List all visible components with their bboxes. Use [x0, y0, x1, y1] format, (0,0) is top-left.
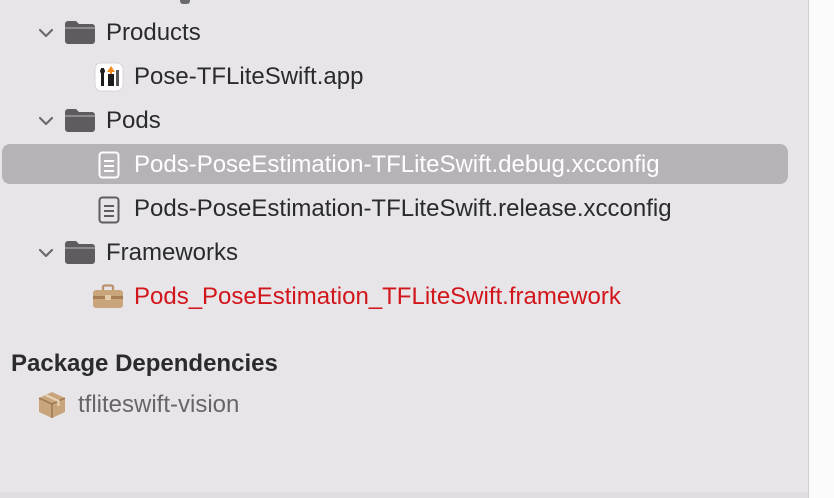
group-row-frameworks[interactable]: Frameworks [0, 233, 808, 273]
package-label: tfliteswift-vision [78, 391, 240, 418]
chevron-down-icon[interactable] [38, 27, 54, 39]
package-dependencies-header: Package Dependencies [11, 350, 278, 377]
file-row-framework[interactable]: Pods_PoseEstimation_TFLiteSwift.framewor… [0, 277, 808, 317]
file-row-app[interactable]: Pose-TFLiteSwift.app [0, 57, 808, 97]
file-row-debug-xcconfig[interactable]: Pods-PoseEstimation-TFLiteSwift.debug.xc… [0, 144, 808, 184]
chevron-down-icon[interactable] [38, 247, 54, 259]
document-icon [98, 196, 120, 224]
chevron-down-icon[interactable] [38, 115, 54, 127]
package-row-tfliteswift-vision[interactable]: tfliteswift-vision [0, 385, 808, 425]
app-icon [94, 62, 124, 92]
project-navigator: Products Pose-TFLiteSwift.app Pods Pods-… [0, 0, 809, 498]
document-icon [98, 151, 120, 179]
file-label: Pods-PoseEstimation-TFLiteSwift.debug.xc… [134, 151, 660, 178]
folder-icon [65, 21, 95, 44]
group-label: Pods [106, 107, 161, 134]
group-label: Products [106, 19, 201, 46]
navigator-bottom-edge [0, 492, 808, 498]
file-label: Pose-TFLiteSwift.app [134, 63, 364, 90]
editor-area-edge [809, 0, 834, 498]
group-row-products[interactable]: Products [0, 13, 808, 53]
package-icon [38, 392, 66, 418]
folder-icon [65, 241, 95, 264]
clipped-row-fragment [180, 0, 190, 4]
group-label: Frameworks [106, 239, 239, 266]
group-row-pods[interactable]: Pods [0, 101, 808, 141]
folder-icon [65, 109, 95, 132]
file-label-missing: Pods_PoseEstimation_TFLiteSwift.framewor… [134, 283, 621, 310]
file-row-release-xcconfig[interactable]: Pods-PoseEstimation-TFLiteSwift.release.… [0, 189, 808, 229]
toolbox-icon [93, 284, 123, 308]
file-label: Pods-PoseEstimation-TFLiteSwift.release.… [134, 195, 672, 222]
